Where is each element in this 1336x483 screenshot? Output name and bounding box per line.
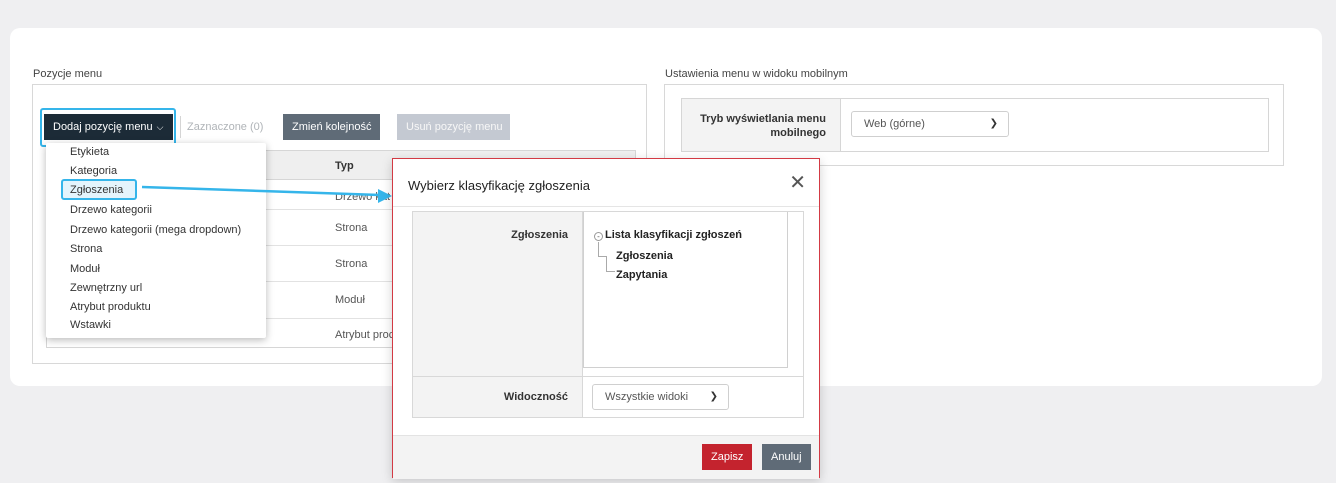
tickets-label-cell: Zgłoszenia	[413, 212, 583, 376]
close-icon[interactable]: ✕	[789, 173, 806, 193]
visibility-label: Widoczność	[503, 391, 568, 403]
modal-title: Wybierz klasyfikację zgłoszenia	[408, 178, 590, 193]
cancel-button[interactable]: Anuluj	[762, 444, 811, 470]
arrow-head	[378, 189, 392, 203]
tree-connector	[598, 242, 607, 257]
collapse-icon[interactable]: -	[594, 232, 603, 241]
tree-connector	[606, 257, 615, 272]
chevron-down-icon: ❯	[709, 391, 718, 402]
classification-modal: Wybierz klasyfikację zgłoszenia ✕ Zgłosz…	[392, 158, 820, 479]
visibility-select[interactable]: Wszystkie widoki ❯	[592, 384, 729, 410]
modal-footer: Zapisz Anuluj	[393, 435, 819, 479]
visibility-label-cell: Widoczność	[413, 377, 583, 417]
modal-divider	[393, 206, 819, 207]
tickets-field-label: Zgłoszenia	[511, 229, 568, 241]
save-button[interactable]: Zapisz	[702, 444, 753, 470]
modal-form: Zgłoszenia - Lista klasyfikacji zgłoszeń…	[412, 211, 804, 418]
tree-root[interactable]: Lista klasyfikacji zgłoszeń	[605, 229, 742, 241]
visibility-value: Wszystkie widoki	[605, 391, 689, 403]
tree-item-tickets[interactable]: Zgłoszenia	[616, 250, 673, 262]
classification-tree: - Lista klasyfikacji zgłoszeń Zgłoszenia…	[583, 212, 788, 368]
arrow-line	[141, 185, 381, 197]
tree-item-inquiries[interactable]: Zapytania	[616, 269, 667, 281]
